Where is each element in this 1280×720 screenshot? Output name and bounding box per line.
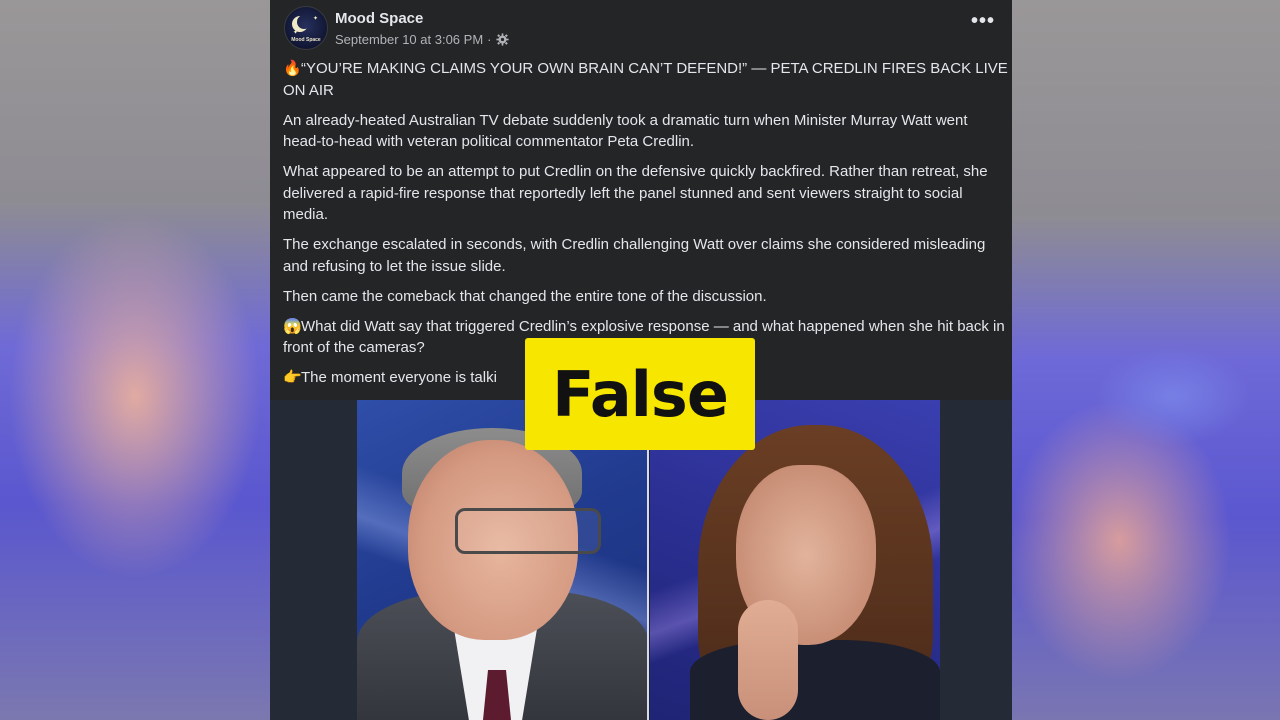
post-paragraph: An already-heated Australian TV debate s… bbox=[283, 110, 1008, 153]
split-divider bbox=[647, 450, 649, 720]
fact-check-false-label: False bbox=[525, 338, 755, 450]
post-paragraph: The exchange escalated in seconds, with … bbox=[283, 234, 1008, 277]
meta-separator: · bbox=[487, 32, 492, 47]
post-timestamp[interactable]: September 10 at 3:06 PM bbox=[335, 32, 483, 47]
image-frame-right bbox=[940, 400, 1012, 720]
paragraph-text: “YOU’RE MAKING CLAIMS YOUR OWN BRAIN CAN… bbox=[283, 60, 1008, 99]
image-frame-left bbox=[270, 400, 357, 720]
post-paragraph: 🔥“YOU’RE MAKING CLAIMS YOUR OWN BRAIN CA… bbox=[283, 58, 1008, 101]
blurred-background-left bbox=[0, 0, 270, 720]
woman-hand bbox=[738, 600, 798, 720]
paragraph-text: What appeared to be an attempt to put Cr… bbox=[283, 163, 988, 223]
post-meta: September 10 at 3:06 PM · bbox=[335, 32, 509, 47]
scream-emoji-icon: 😱 bbox=[283, 317, 302, 335]
star-icon: ✦ bbox=[293, 30, 299, 36]
blurred-background-right bbox=[1012, 0, 1280, 720]
star-icon: ✦ bbox=[313, 16, 319, 22]
page-name[interactable]: Mood Space bbox=[335, 10, 423, 27]
gear-icon[interactable] bbox=[495, 33, 509, 46]
paragraph-text: The moment everyone is talki bbox=[301, 369, 497, 386]
paragraph-text: Then came the comeback that changed the … bbox=[283, 287, 767, 305]
glasses bbox=[455, 508, 601, 554]
paragraph-text: An already-heated Australian TV debate s… bbox=[283, 111, 968, 151]
pointing-hand-icon: 👉 bbox=[283, 369, 302, 386]
post-header: ✦ ✦ Mood Space Mood Space September 10 a… bbox=[284, 6, 998, 50]
post-paragraph: Then came the comeback that changed the … bbox=[283, 286, 1008, 308]
avatar-text: Mood Space bbox=[291, 37, 321, 43]
fire-icon: 🔥 bbox=[283, 60, 302, 77]
moon-icon bbox=[297, 15, 311, 29]
page-avatar[interactable]: ✦ ✦ Mood Space bbox=[284, 6, 328, 50]
post-paragraph: What appeared to be an attempt to put Cr… bbox=[283, 161, 1008, 226]
woman-top bbox=[690, 640, 940, 720]
paragraph-text: The exchange escalated in seconds, with … bbox=[283, 236, 986, 275]
more-options-button[interactable]: ••• bbox=[968, 11, 998, 36]
